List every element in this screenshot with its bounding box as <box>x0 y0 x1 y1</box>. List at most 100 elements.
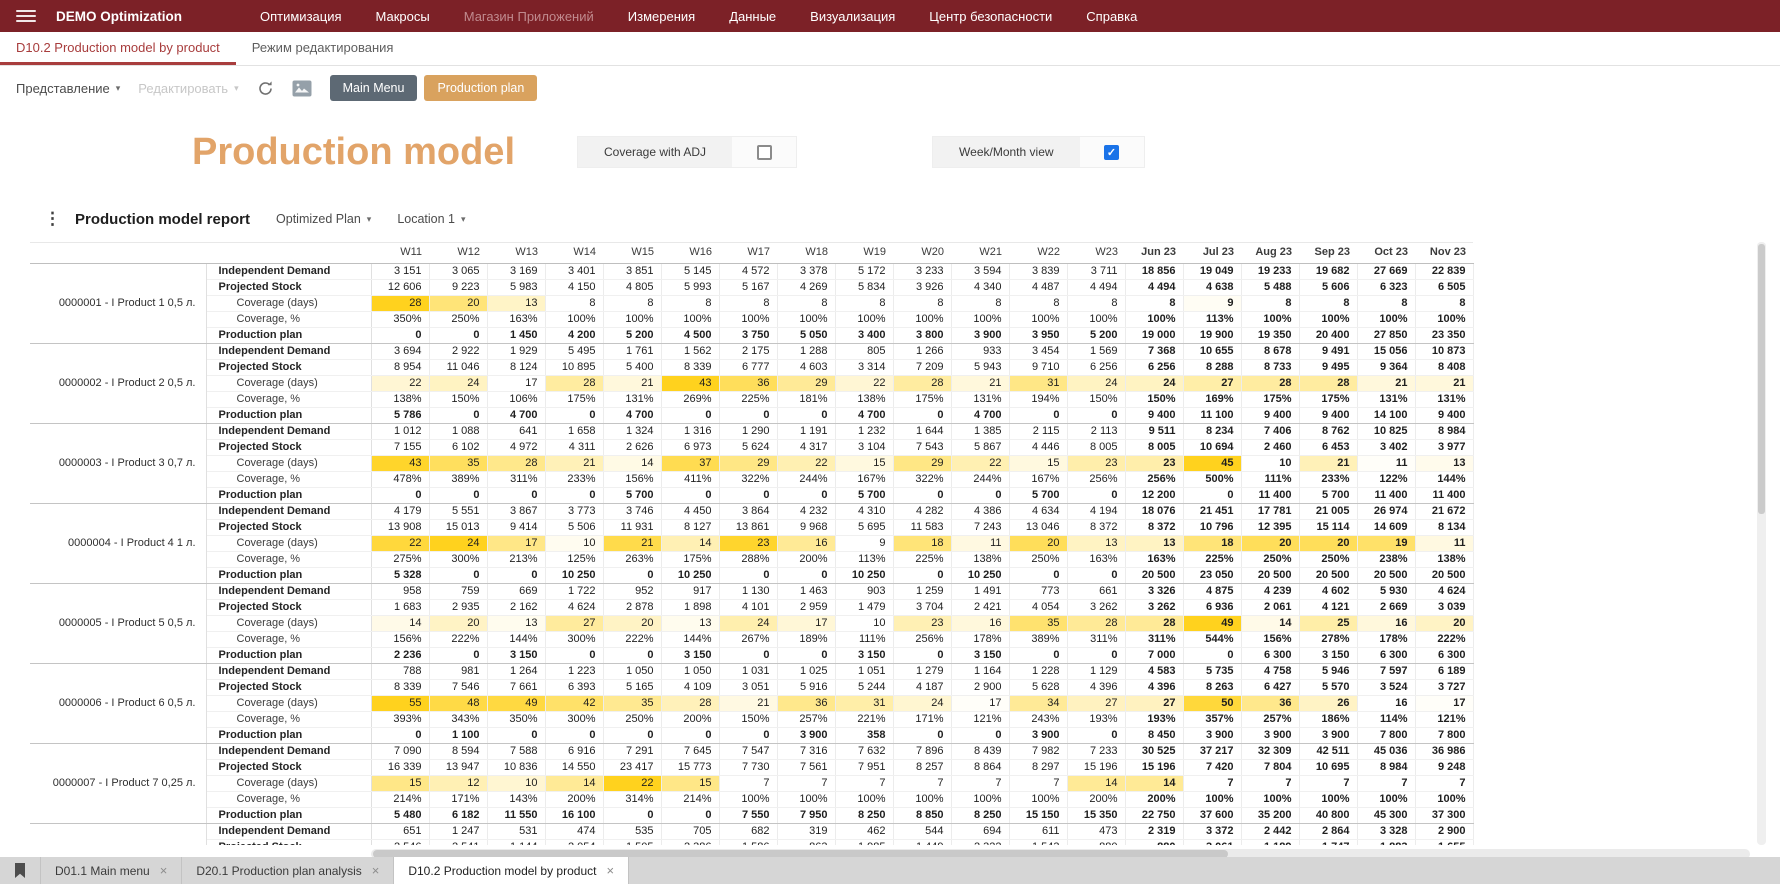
data-cell[interactable]: 11 550 <box>487 808 545 824</box>
data-cell[interactable]: 5 943 <box>951 360 1009 376</box>
data-cell[interactable]: 23 417 <box>603 760 661 776</box>
data-cell[interactable]: 171% <box>893 712 951 728</box>
data-cell[interactable]: 23 350 <box>1415 328 1473 344</box>
data-cell[interactable]: 14 100 <box>1357 408 1415 424</box>
product-name-cell[interactable]: 0000006 - I Product 6 0,5 л. <box>30 664 206 744</box>
data-cell[interactable]: 3 326 <box>1125 584 1183 600</box>
data-cell[interactable]: 200% <box>545 792 603 808</box>
data-cell[interactable]: 4 638 <box>1183 280 1241 296</box>
data-cell[interactable]: 0 <box>661 808 719 824</box>
data-cell[interactable]: 3 039 <box>1415 600 1473 616</box>
sheet-tab[interactable]: D20.1 Production plan analysis× <box>182 857 394 884</box>
data-cell[interactable]: 9 400 <box>1241 408 1299 424</box>
row-label-cell[interactable]: Independent Demand <box>206 664 371 680</box>
data-cell[interactable]: 23 <box>719 536 777 552</box>
data-cell[interactable]: 100% <box>1067 312 1125 328</box>
data-cell[interactable]: 4 340 <box>951 280 1009 296</box>
data-cell[interactable]: 0 <box>1067 728 1125 744</box>
data-cell[interactable]: 100% <box>1357 312 1415 328</box>
data-cell[interactable]: 1 543 <box>1009 840 1067 846</box>
row-label-cell[interactable]: Projected Stock <box>206 840 371 846</box>
data-cell[interactable]: 3 400 <box>835 328 893 344</box>
data-cell[interactable]: 1 050 <box>661 664 719 680</box>
data-cell[interactable]: 2 922 <box>429 344 487 360</box>
data-cell[interactable]: 23 <box>1125 456 1183 472</box>
data-cell[interactable]: 8 <box>719 296 777 312</box>
column-header[interactable]: Sep 23 <box>1299 243 1357 264</box>
data-cell[interactable]: 1 088 <box>429 424 487 440</box>
checkbox-unchecked-icon[interactable] <box>757 145 772 160</box>
data-cell[interactable]: 0 <box>371 488 429 504</box>
data-cell[interactable]: 3 328 <box>1357 824 1415 840</box>
data-cell[interactable]: 13 <box>487 616 545 632</box>
vertical-scrollbar-thumb[interactable] <box>1758 244 1765 514</box>
data-cell[interactable]: 8 250 <box>835 808 893 824</box>
data-cell[interactable]: 122% <box>1357 472 1415 488</box>
data-cell[interactable]: 7 661 <box>487 680 545 696</box>
data-cell[interactable]: 24 <box>893 696 951 712</box>
data-cell[interactable]: 100% <box>1009 312 1067 328</box>
data-cell[interactable]: 100% <box>777 792 835 808</box>
data-cell[interactable]: 0 <box>429 408 487 424</box>
data-cell[interactable]: 3 694 <box>371 344 429 360</box>
data-cell[interactable]: 9 710 <box>1009 360 1067 376</box>
data-cell[interactable]: 0 <box>429 328 487 344</box>
data-cell[interactable]: 8 005 <box>1125 440 1183 456</box>
row-label-cell[interactable]: Independent Demand <box>206 504 371 520</box>
data-cell[interactable]: 121% <box>951 712 1009 728</box>
data-cell[interactable]: 193% <box>1067 712 1125 728</box>
data-cell[interactable]: 0 <box>1009 408 1067 424</box>
data-cell[interactable]: 300% <box>545 632 603 648</box>
data-cell[interactable]: 106% <box>487 392 545 408</box>
data-cell[interactable]: 1 479 <box>835 600 893 616</box>
data-cell[interactable]: 9 968 <box>777 520 835 536</box>
data-cell[interactable]: 6 189 <box>1415 664 1473 680</box>
data-cell[interactable]: 7 896 <box>893 744 951 760</box>
data-cell[interactable]: 22 <box>835 376 893 392</box>
data-cell[interactable]: 263% <box>603 552 661 568</box>
data-cell[interactable]: 544 <box>893 824 951 840</box>
data-cell[interactable]: 5 624 <box>719 440 777 456</box>
data-cell[interactable]: 163% <box>487 312 545 328</box>
data-cell[interactable]: 7 <box>835 776 893 792</box>
data-cell[interactable]: 4 758 <box>1241 664 1299 680</box>
data-cell[interactable]: 100% <box>1183 792 1241 808</box>
data-cell[interactable]: 14 <box>545 776 603 792</box>
menu-item[interactable]: Оптимизация <box>260 9 342 24</box>
sheet-tab[interactable]: D01.1 Main menu× <box>40 857 182 884</box>
data-cell[interactable]: 3 594 <box>951 264 1009 280</box>
data-cell[interactable]: 5 145 <box>661 264 719 280</box>
data-cell[interactable]: 8 372 <box>1067 520 1125 536</box>
row-label-cell[interactable]: Independent Demand <box>206 584 371 600</box>
data-cell[interactable]: 981 <box>429 664 487 680</box>
row-label-cell[interactable]: Production plan <box>206 648 371 664</box>
product-name-cell[interactable]: 0000004 - I Product 4 1 л. <box>30 504 206 584</box>
data-cell[interactable]: 138% <box>835 392 893 408</box>
data-cell[interactable]: 5 993 <box>661 280 719 296</box>
data-cell[interactable]: 4 396 <box>1125 680 1183 696</box>
data-cell[interactable]: 3 372 <box>1183 824 1241 840</box>
data-cell[interactable]: 16 <box>777 536 835 552</box>
data-cell[interactable]: 28 <box>661 696 719 712</box>
data-cell[interactable]: 20 <box>603 616 661 632</box>
edit-dropdown[interactable]: Редактировать ▾ <box>138 81 238 96</box>
data-cell[interactable]: 2 322 <box>951 840 1009 846</box>
data-cell[interactable]: 641 <box>487 424 545 440</box>
data-cell[interactable]: 26 974 <box>1357 504 1415 520</box>
data-cell[interactable]: 0 <box>893 488 951 504</box>
data-cell[interactable]: 805 <box>835 344 893 360</box>
data-cell[interactable]: 1 722 <box>545 584 603 600</box>
data-cell[interactable]: 24 <box>1067 376 1125 392</box>
data-cell[interactable]: 30 525 <box>1125 744 1183 760</box>
data-cell[interactable]: 1 385 <box>951 424 1009 440</box>
data-cell[interactable]: 100% <box>1357 792 1415 808</box>
data-cell[interactable]: 0 <box>487 568 545 584</box>
data-cell[interactable]: 1 144 <box>487 840 545 846</box>
data-cell[interactable]: 4 634 <box>1009 504 1067 520</box>
data-cell[interactable]: 1 288 <box>777 344 835 360</box>
column-header[interactable]: Jul 23 <box>1183 243 1241 264</box>
data-cell[interactable]: 300% <box>545 712 603 728</box>
row-label-cell[interactable]: Coverage (days) <box>206 536 371 552</box>
data-cell[interactable]: 5 488 <box>1241 280 1299 296</box>
data-cell[interactable]: 1 266 <box>893 344 951 360</box>
